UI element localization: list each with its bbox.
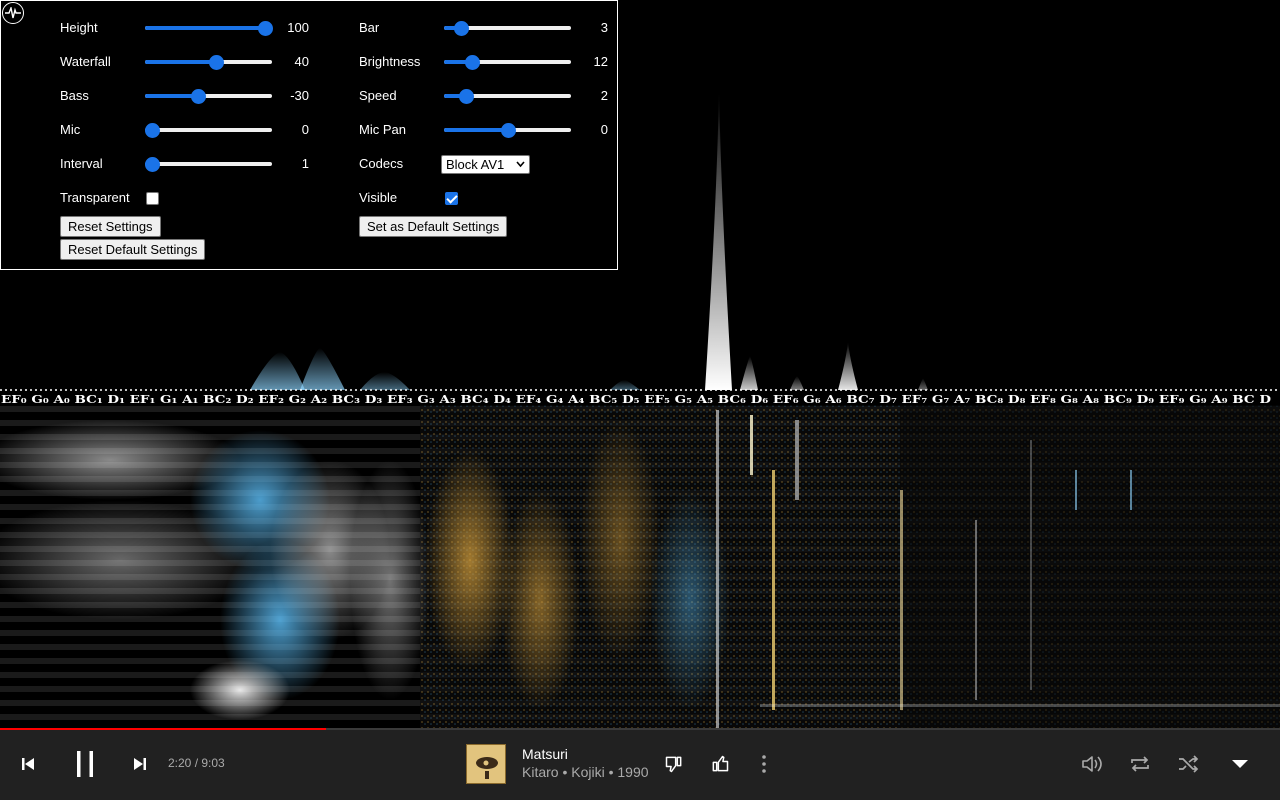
codecs-select[interactable]: Block AV1 [441,155,530,174]
setting-slider[interactable] [444,120,571,140]
reset-default-settings-button[interactable]: Reset Default Settings [60,239,206,260]
note-labels: EF₀ G₀ A₀ BC₁ D₁ EF₁ G₁ A₁ BC₂ D₂ EF₂ G₂… [1,392,1271,406]
setting-slider[interactable] [145,52,272,72]
setting-value: 0 [301,122,309,137]
slider-thumb[interactable] [145,123,160,138]
pulse-icon[interactable] [2,2,24,24]
progress-fill [0,728,327,730]
slider-thumb[interactable] [459,89,474,104]
setting-value: 40 [294,54,309,69]
codecs-label: Codecs [359,156,404,171]
slider-fill [444,128,508,132]
setting-slider[interactable] [444,86,571,106]
setting-label: Speed [359,88,397,103]
setting-value: -30 [290,88,309,103]
slider-fill [145,60,216,64]
player-bar: 2:20 / 9:03 Matsuri Kitaro • Kojiki • 19… [0,728,1280,800]
album-art[interactable] [466,744,506,784]
shuffle-icon[interactable] [1175,752,1201,776]
progress-bar[interactable] [0,728,1280,730]
repeat-icon[interactable] [1127,752,1153,776]
time-display: 2:20 / 9:03 [168,756,225,770]
setting-label: Bar [359,20,380,35]
chevron-down-icon [516,157,525,177]
thumb-up-icon[interactable] [708,752,732,776]
slider-thumb[interactable] [501,123,516,138]
volume-icon[interactable] [1080,752,1104,776]
setting-label: Height [60,20,98,35]
setting-label: Brightness [359,54,421,69]
setting-label: Bass [60,88,89,103]
slider-thumb[interactable] [209,55,224,70]
codecs-selected-value: Block AV1 [446,157,505,172]
slider-thumb[interactable] [465,55,480,70]
settings-panel: Height 100 Waterfall 40 Bass -30 Mic 0 Interval 1… [0,0,618,270]
slider-thumb[interactable] [145,157,160,172]
setting-slider[interactable] [444,52,571,72]
setting-value: 3 [600,20,608,35]
song-subtitle[interactable]: Kitaro • Kojiki • 1990 [522,764,649,780]
pause-icon[interactable] [70,748,100,780]
set-default-settings-button[interactable]: Set as Default Settings [359,216,508,237]
setting-label: Waterfall [60,54,111,69]
skip-previous-icon[interactable] [16,752,40,776]
transparent-label: Transparent [60,190,130,205]
more-vert-icon[interactable] [754,752,774,776]
slider-track [145,162,272,166]
setting-value: 12 [593,54,608,69]
setting-slider[interactable] [444,18,571,38]
setting-value: 0 [600,122,608,137]
slider-thumb[interactable] [454,21,469,36]
setting-label: Mic [60,122,81,137]
setting-label: Mic Pan [359,122,406,137]
waterfall [0,405,1280,728]
setting-value: 2 [600,88,608,103]
visible-checkbox[interactable] [445,192,458,205]
thumb-down-icon[interactable] [662,752,686,776]
song-title[interactable]: Matsuri [522,746,568,762]
setting-value: 100 [287,20,309,35]
setting-label: Interval [60,156,103,171]
setting-slider[interactable] [145,18,273,38]
slider-thumb[interactable] [191,89,206,104]
expand-down-icon[interactable] [1228,752,1252,776]
setting-value: 1 [301,156,309,171]
visible-label: Visible [359,190,398,205]
slider-fill [145,26,265,30]
reset-settings-button[interactable]: Reset Settings [60,216,161,237]
setting-slider[interactable] [145,86,272,106]
transparent-checkbox[interactable] [146,192,159,205]
slider-track [145,128,272,132]
setting-slider[interactable] [145,154,272,174]
setting-slider[interactable] [145,120,272,140]
skip-next-icon[interactable] [128,752,152,776]
